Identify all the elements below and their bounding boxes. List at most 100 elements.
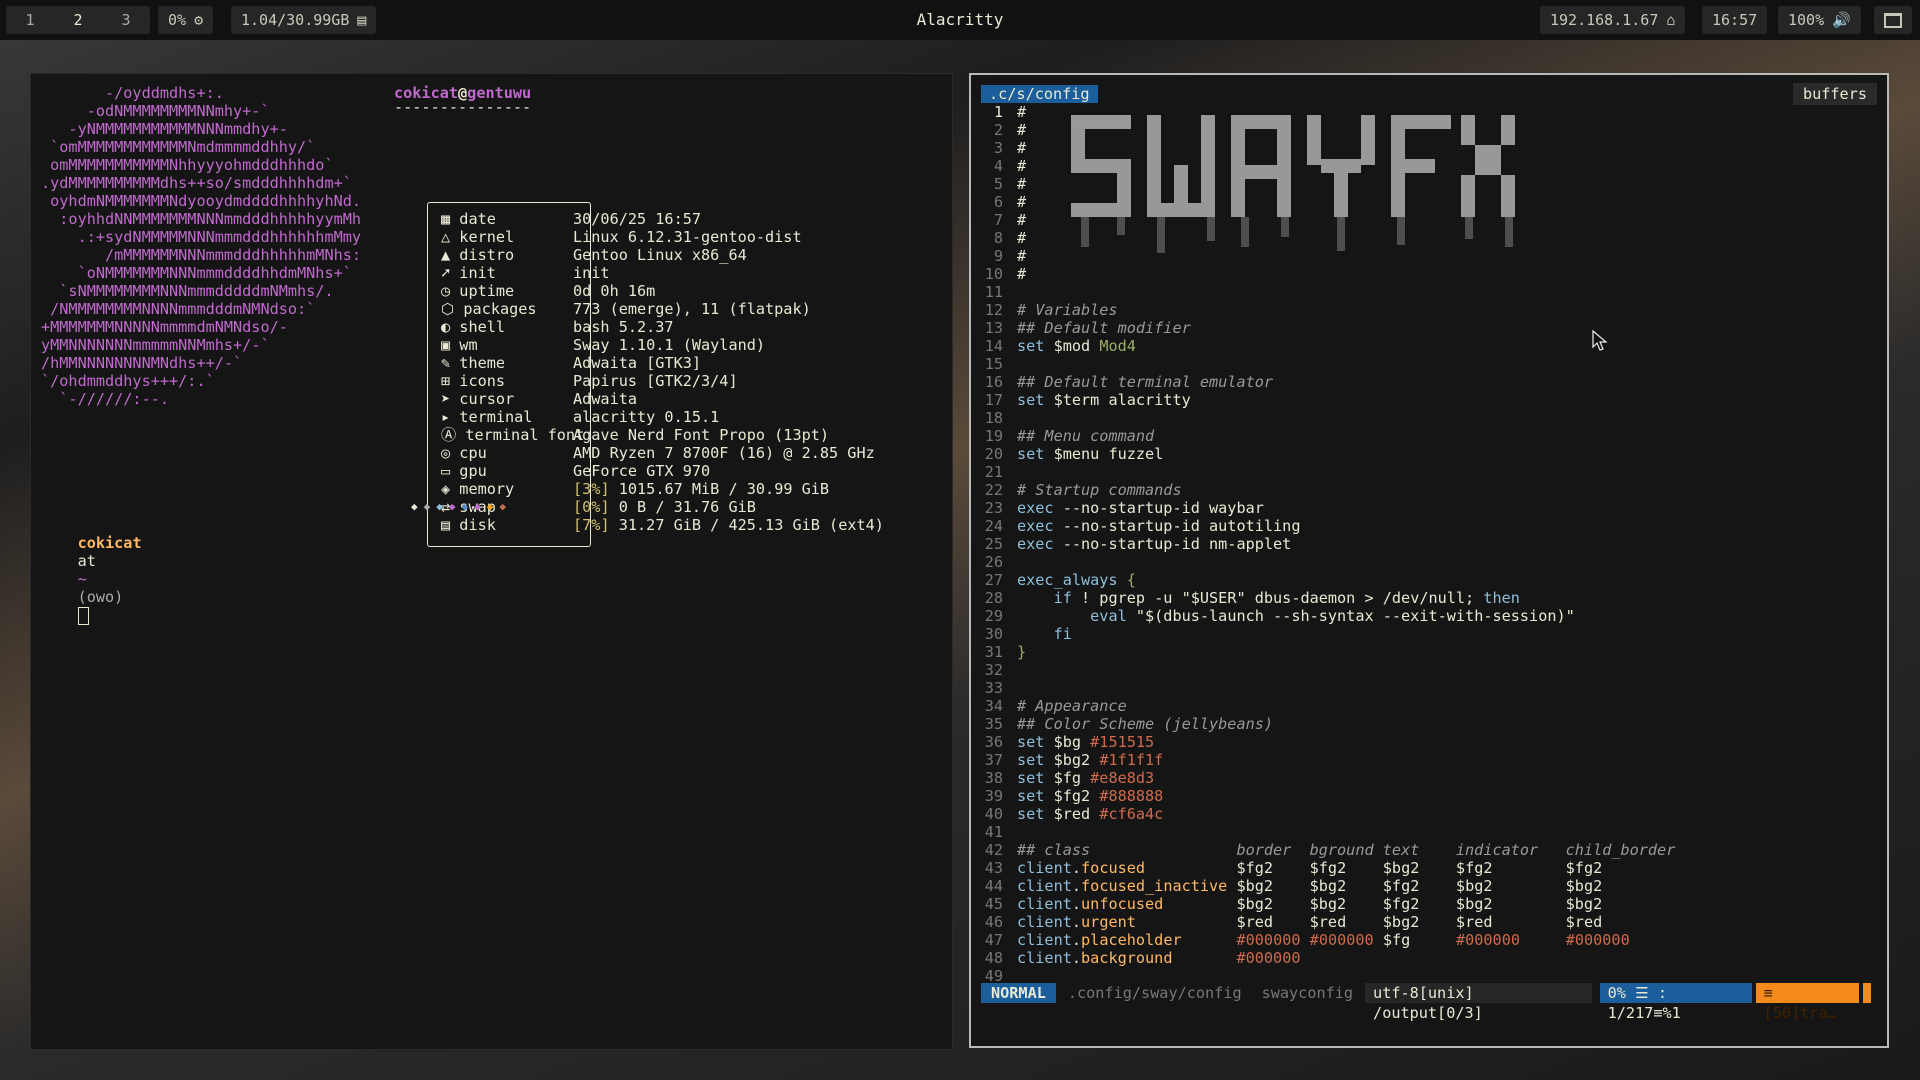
code-line[interactable]: # Appearance (1017, 697, 1127, 715)
buffers-label[interactable]: buffers (1792, 83, 1877, 105)
fetch-row-value: Gentoo Linux x86_64 (573, 246, 747, 264)
code-line[interactable]: set $fg2 #888888 (1017, 787, 1163, 805)
top-bar: 1 2 3 0% ⚙ 1.04/30.99GB ▤ Alacritty 192.… (0, 0, 1920, 40)
fetch-value-text: Sway 1.10.1 (Wayland) (573, 336, 766, 354)
line-number: 24 (984, 517, 1003, 535)
color-dot: ◆ (423, 500, 431, 513)
line-number: 1 (993, 103, 1003, 121)
ascii-art-line: `sNMMMMMMMMNNNmmmdddddmNMmhs/. (41, 282, 334, 300)
line-number: 26 (984, 553, 1003, 571)
code-line[interactable]: client.focused $fg2 $fg2 $bg2 $fg2 $fg2 (1017, 859, 1602, 877)
code-line[interactable]: ## class border bground text indicator c… (1017, 841, 1675, 859)
code-line[interactable]: set $menu fuzzel (1017, 445, 1163, 463)
color-dot: ◆ (486, 500, 494, 513)
code-line[interactable]: ## Default modifier (1017, 319, 1191, 337)
fetch-value-text: Papirus [GTK2/3/4] (573, 372, 738, 390)
code-line[interactable]: ## Color Scheme (jellybeans) (1017, 715, 1273, 733)
code-line[interactable]: client.focused_inactive $bg2 $bg2 $fg2 $… (1017, 877, 1602, 895)
code-line[interactable]: # (1017, 121, 1026, 139)
code-line[interactable]: client.urgent $red $red $bg2 $red $red (1017, 913, 1602, 931)
line-number: 32 (984, 661, 1003, 679)
code-line[interactable]: # (1017, 193, 1026, 211)
fetch-label-text: distro (459, 246, 515, 264)
tray-widget[interactable] (1874, 6, 1912, 34)
code-line[interactable]: # (1017, 103, 1026, 121)
code-line[interactable]: set $bg #151515 (1017, 733, 1154, 751)
shell-prompt[interactable]: cokicat at ~ (owo) (41, 516, 142, 625)
terminal-window-vim[interactable]: .c/s/config buffers 1 #2 #3 #4 #5 #6 #7 #8 #9 #10… (969, 73, 1889, 1048)
code-line[interactable]: client.background #000000 (1017, 949, 1301, 967)
code-line[interactable]: set $red #cf6a4c (1017, 805, 1163, 823)
ascii-art-line: .:+sydNMMMMMNNNmmmdddhhhhhhmMmy (41, 228, 362, 246)
code-line[interactable]: # (1017, 247, 1026, 265)
code-line[interactable]: # (1017, 157, 1026, 175)
fetch-label-text: date (459, 210, 496, 228)
fetch-value-text: 0 B / 31.76 GiB (618, 498, 756, 516)
code-line[interactable]: } (1017, 643, 1026, 661)
fetch-separator: --------------- (394, 98, 532, 116)
code-line[interactable]: exec --no-startup-id autotiling (1017, 517, 1300, 535)
fetch-row-value: Adwaita (573, 390, 637, 408)
fetch-value-text: Agave Nerd Font Propo (13pt) (573, 426, 830, 444)
code-line[interactable]: # (1017, 265, 1026, 283)
clock-widget[interactable]: 16:57 (1702, 6, 1768, 34)
code-line[interactable]: client.placeholder #000000 #000000 $fg #… (1017, 931, 1630, 949)
fetch-row-value: 773 (emerge), 11 (flatpak) (573, 300, 811, 318)
fetch-row-value: [0%] 0 B / 31.76 GiB (573, 498, 756, 516)
fetch-row-value: Papirus [GTK2/3/4] (573, 372, 738, 390)
code-line[interactable]: # Startup commands (1017, 481, 1182, 499)
fetch-row-value: 30/06/25 16:57 (573, 210, 701, 228)
fetch-row-label: ➚ init (441, 264, 496, 282)
fetch-value-text: Adwaita [GTK3] (573, 354, 702, 372)
code-line[interactable]: # (1017, 211, 1026, 229)
icons-icon: ⊞ (441, 372, 460, 390)
terminal-window-fastfetch[interactable]: -/oyddmdhs+:. -odNMMMMMMMMNNmhy+-` -yNMM… (30, 73, 953, 1050)
fetch-row-value: GeForce GTX 970 (573, 462, 710, 480)
status-warning: ≡ [50]tra… (1755, 983, 1860, 1022)
code-line[interactable]: fi (1017, 625, 1072, 643)
fetch-row-value: Sway 1.10.1 (Wayland) (573, 336, 765, 354)
fetch-row-value: [7%] 31.27 GiB / 425.13 GiB (ext4) (573, 516, 884, 534)
fetch-row-label: ▦ date (441, 210, 496, 228)
code-line[interactable]: set $term alacritty (1017, 391, 1191, 409)
fetch-row-label: ◐ shell (441, 318, 505, 336)
line-number: 2 (993, 121, 1003, 139)
code-line[interactable]: # Variables (1017, 301, 1118, 319)
fetch-value-text: 773 (emerge), 11 (flatpak) (573, 300, 811, 318)
line-number: 27 (984, 571, 1003, 589)
volume-widget[interactable]: 100% 🔊 (1778, 6, 1861, 34)
code-line[interactable]: exec --no-startup-id waybar (1017, 499, 1264, 517)
code-line[interactable]: ## Menu command (1017, 427, 1154, 445)
code-line[interactable]: # (1017, 175, 1026, 193)
line-number: 29 (984, 607, 1003, 625)
line-number: 36 (984, 733, 1003, 751)
code-line[interactable]: # (1017, 229, 1026, 247)
line-number: 14 (984, 337, 1003, 355)
calendar-icon: ▦ (441, 210, 460, 228)
ascii-art-line: /NMMMMMMMMNNNNmmmdddmNMNdso:` (41, 300, 316, 318)
gpu-icon: ▭ (441, 462, 460, 480)
code-line[interactable]: set $mod Mod4 (1017, 337, 1136, 355)
fetch-row-label: ⬡ packages (441, 300, 537, 318)
code-line[interactable]: ## Default terminal emulator (1017, 373, 1273, 391)
code-line[interactable]: exec --no-startup-id nm-applet (1017, 535, 1291, 553)
fetch-label-text: kernel (459, 228, 515, 246)
tab-config[interactable]: .c/s/config (981, 85, 1098, 103)
cursor-icon: ➤ (441, 390, 460, 408)
ascii-art-line: .ydMMMMMMMMMMdhs++so/smdddhhhhdm+` (41, 174, 352, 192)
ascii-art-line: -odNMMMMMMMMNNmhy+-` (41, 102, 270, 120)
code-line[interactable]: eval "$(dbus-launch --sh-syntax --exit-w… (1017, 607, 1575, 625)
code-line[interactable]: if ! pgrep -u "$USER" dbus-daemon > /dev… (1017, 589, 1520, 607)
color-dot: ◆ (499, 500, 506, 513)
fetch-row-label: ▤ disk (441, 516, 496, 534)
code-line[interactable]: # (1017, 139, 1026, 157)
network-widget[interactable]: 192.168.1.67 ⌂ (1540, 6, 1686, 34)
code-line[interactable]: set $fg #e8e8d3 (1017, 769, 1154, 787)
usage-percent: [0%] (573, 498, 619, 516)
code-line[interactable]: set $bg2 #1f1f1f (1017, 751, 1163, 769)
code-line[interactable]: exec_always { (1017, 571, 1136, 589)
fetch-row-label: ➤ cursor (441, 390, 514, 408)
code-line[interactable]: client.unfocused $bg2 $bg2 $fg2 $bg2 $bg… (1017, 895, 1602, 913)
package-icon: ⬡ (441, 300, 464, 318)
fetch-label-text: icons (459, 372, 506, 390)
